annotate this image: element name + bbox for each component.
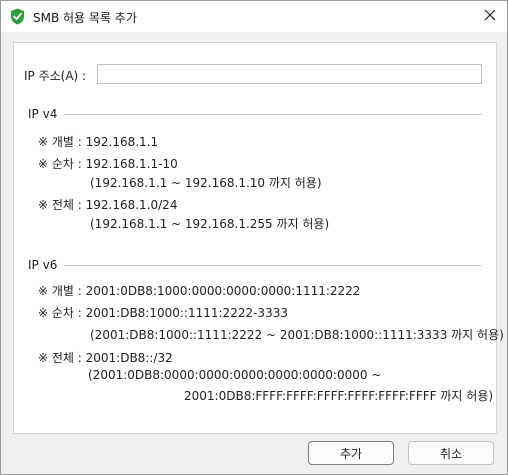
ipv4-range: ※ 전체 : 192.168.1.0/24 [38,198,178,212]
ipv4-individual: ※ 개별 : 192.168.1.1 [38,135,159,149]
content-panel: IP 주소(A) : IP v4 ※ 개별 : 192.168.1.1 ※ 순차… [13,42,504,434]
ipv4-sequential-note: (192.168.1.1 ~ 192.168.1.10 까지 허용) [90,176,322,190]
dialog-window: SMB 허용 목록 추가 IP 주소(A) : IP v4 ※ 개별 : 192… [0,0,508,475]
ip-address-label: IP 주소(A) : [24,69,87,83]
ipv6-group-title: IP v6 [28,258,58,272]
ipv6-range-note-start: (2001:0DB8:0000:0000:0000:0000:0000:0000… [88,368,382,382]
close-icon [484,9,496,24]
title-bar: SMB 허용 목록 추가 [1,1,507,32]
close-button[interactable] [479,5,501,27]
shield-check-icon [10,8,25,25]
window-title: SMB 허용 목록 추가 [33,11,137,25]
ipv4-group-divider [64,114,482,115]
ipv4-sequential: ※ 순차 : 192.168.1.1-10 [38,157,178,171]
ipv6-sequential-note: (2001:DB8:1000::1111:2222 ~ 2001:DB8:100… [90,328,504,342]
ipv6-individual: ※ 개별 : 2001:0DB8:1000:0000:0000:0000:111… [38,284,361,298]
ipv6-group-divider [64,265,482,266]
ipv4-range-note: (192.168.1.1 ~ 192.168.1.255 까지 허용) [90,217,330,231]
ipv6-range-note-end: 2001:0DB8:FFFF:FFFF:FFFF:FFFF:FFFF:FFFF … [184,389,494,403]
add-button[interactable]: 추가 [308,441,394,465]
ipv6-sequential: ※ 순차 : 2001:DB8:1000::1111:2222-3333 [38,306,288,320]
cancel-button[interactable]: 취소 [408,441,494,465]
ipv4-group-title: IP v4 [28,107,58,121]
ipv6-range: ※ 전체 : 2001:DB8::/32 [38,351,173,365]
ip-address-input[interactable] [97,64,482,84]
